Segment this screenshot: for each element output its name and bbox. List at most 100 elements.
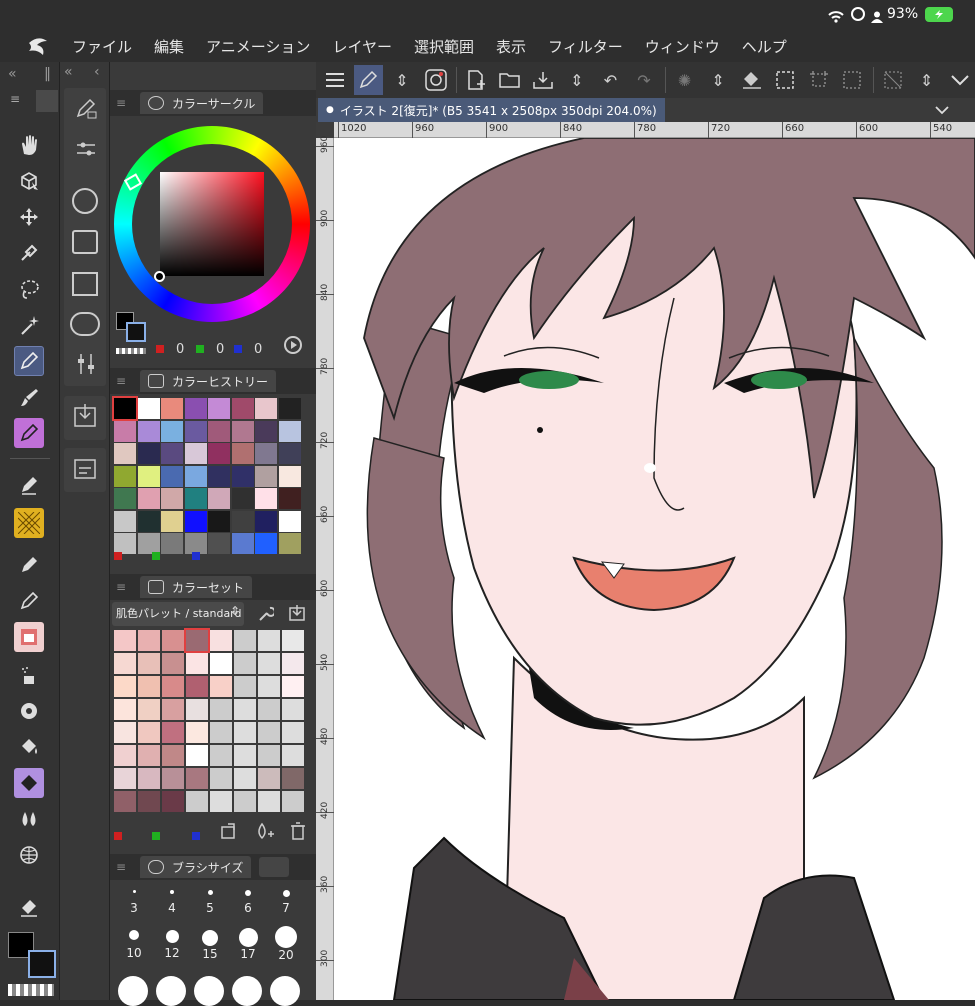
pen-tool-icon[interactable] [14,346,44,376]
color-swatch[interactable] [138,699,160,720]
app-logo-icon[interactable] [18,31,58,61]
airbrush-icon[interactable] [14,660,44,690]
replace-color-icon[interactable] [220,822,238,844]
color-swatch[interactable] [162,722,184,743]
chevron-down-icon[interactable] [945,65,975,95]
brush-size-6[interactable]: 6 [230,890,266,915]
color-swatch[interactable] [162,768,184,789]
invert-selection-icon[interactable] [878,65,908,95]
sub-color-chip[interactable] [126,322,146,342]
color-swatch[interactable] [114,745,136,766]
grip-icon[interactable]: ≡ [114,374,128,388]
hamburger-menu-icon[interactable] [320,65,350,95]
color-swatch[interactable] [161,510,183,532]
color-swatch[interactable] [255,465,277,487]
liquify-icon[interactable] [14,804,44,834]
color-swatch[interactable] [184,420,207,442]
color-swatch[interactable] [231,398,254,419]
brush-size-15[interactable]: 15 [192,930,228,961]
color-swatch[interactable] [114,768,136,789]
color-swatch[interactable] [138,653,160,674]
color-swatch[interactable] [137,420,160,442]
document-tab[interactable]: ● イラスト 2[復元]* (B5 3541 x 2508px 350dpi 20… [318,98,665,122]
adjust-panel-icon[interactable] [74,352,98,380]
color-swatch[interactable] [234,791,256,812]
color-swatch[interactable] [114,676,136,697]
color-swatch[interactable] [231,533,254,554]
open-folder-icon[interactable] [495,65,525,95]
color-swatch[interactable] [208,443,230,464]
new-file-icon[interactable] [461,65,491,95]
tool-brush-tab-icon[interactable] [36,90,58,112]
brush-size-17[interactable]: 17 [230,928,266,961]
collapse-icon[interactable]: « [64,64,73,80]
up-down-arrows-icon[interactable]: ⇕ [912,65,942,95]
color-swatch[interactable] [255,510,277,532]
redo-icon[interactable]: ↷ [629,65,659,95]
drawing-canvas[interactable] [334,138,975,1000]
color-swatch[interactable] [255,488,277,509]
color-swatch[interactable] [114,510,136,532]
color-swatch[interactable] [255,420,277,442]
color-swatch[interactable] [161,533,183,554]
color-swatch[interactable] [138,768,160,789]
color-swatch[interactable] [161,398,183,419]
color-swatch[interactable] [234,699,256,720]
collapse-left-icon[interactable]: « [8,66,17,82]
color-swatch[interactable] [184,628,210,653]
brush-size-preset[interactable] [156,976,186,1006]
color-swatch[interactable] [138,630,160,651]
brush-size-preset[interactable] [118,976,148,1006]
color-swatch[interactable] [210,722,232,743]
palette-select[interactable]: 肌色パレット / standard [112,602,244,626]
tool-property-icon[interactable] [353,65,384,95]
menu-selection[interactable]: 選択範囲 [414,36,474,57]
menu-window[interactable]: ウィンドウ [645,36,720,57]
color-swatch[interactable] [234,768,256,789]
color-swatch[interactable] [282,768,304,789]
color-swatch[interactable] [282,653,304,674]
brush-size-12[interactable]: 12 [154,930,190,960]
color-swatch[interactable] [234,745,256,766]
up-down-arrows-icon[interactable]: ⇕ [703,65,733,95]
color-swatch[interactable] [186,722,208,743]
magic-wand-icon[interactable] [14,310,44,340]
color-swatch[interactable] [282,722,304,743]
color-swatch[interactable] [258,653,280,674]
fill-bucket-icon[interactable] [737,65,767,95]
color-swatch[interactable] [231,420,254,442]
color-swatch[interactable] [258,630,280,651]
correction-tool-icon[interactable] [14,892,44,922]
color-swatch[interactable] [114,791,136,812]
chevron-down-icon[interactable] [934,102,950,121]
move-tool-icon[interactable] [14,202,44,232]
color-swatch[interactable] [208,488,230,509]
color-swatch[interactable] [210,676,232,697]
color-swatch[interactable] [114,465,136,487]
fill-tool-icon[interactable] [14,732,44,762]
color-swatch[interactable] [278,465,301,487]
color-swatch[interactable] [282,791,304,812]
color-swatch[interactable] [258,791,280,812]
color-swatch[interactable] [282,699,304,720]
color-swatch[interactable] [231,443,254,464]
import-icon[interactable] [288,604,306,626]
up-down-arrows-icon[interactable]: ⇕ [562,65,592,95]
color-swatch[interactable] [278,510,301,532]
color-swatch[interactable] [208,420,230,442]
brush-size-5[interactable]: 5 [192,890,228,915]
color-swatch[interactable] [208,398,230,419]
color-swatch[interactable] [162,676,184,697]
tab-color-history[interactable]: カラーヒストリー [140,370,277,392]
color-swatch[interactable] [162,653,184,674]
film-panel-icon[interactable] [72,230,98,254]
color-swatch[interactable] [210,699,232,720]
menu-edit[interactable]: 編集 [154,36,184,57]
color-swatch[interactable] [161,488,183,509]
transparent-chip[interactable] [116,348,146,354]
color-swatch[interactable] [184,533,207,554]
spiral-icon[interactable] [421,65,451,95]
color-swatch[interactable] [231,510,254,532]
brush-size-20[interactable]: 20 [268,926,304,962]
panel-grip-icon[interactable]: ‖ [44,66,51,82]
